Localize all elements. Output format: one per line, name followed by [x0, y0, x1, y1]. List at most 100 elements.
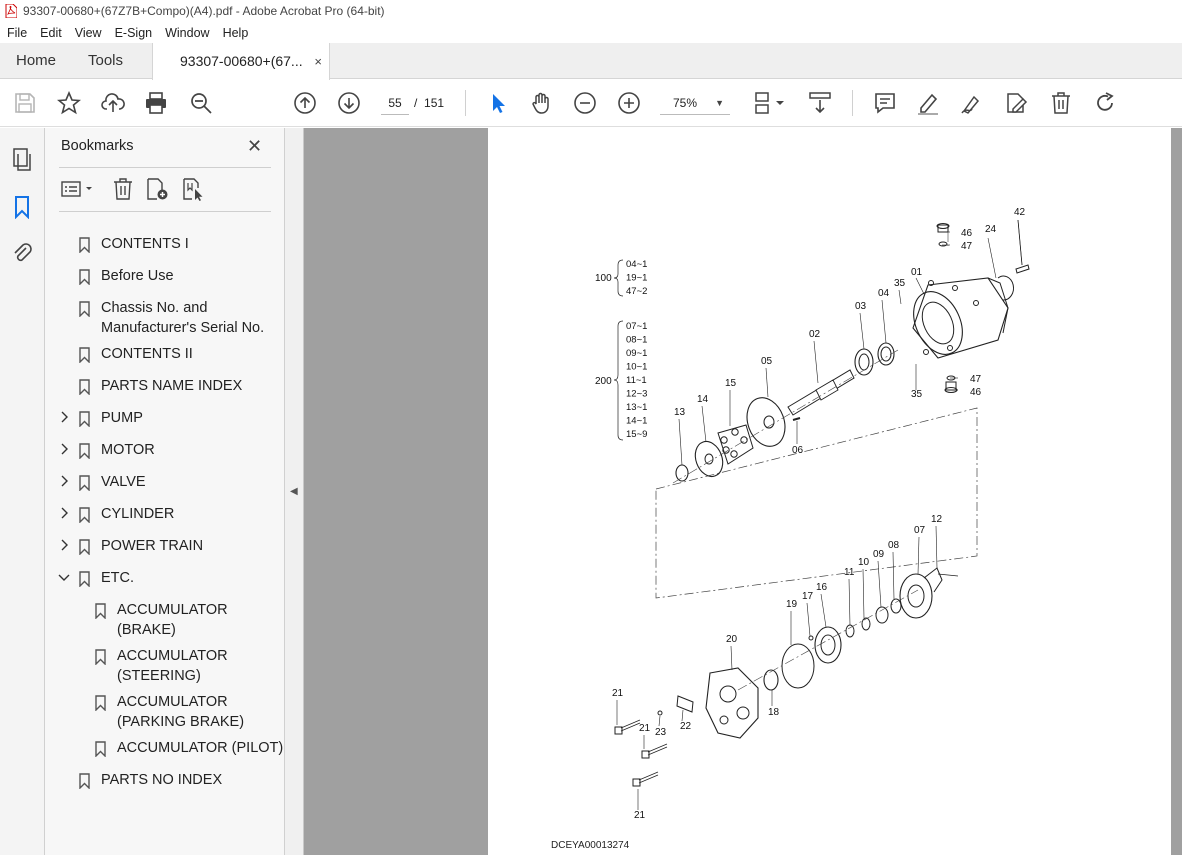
bookmark-icon	[79, 301, 90, 318]
document-viewer[interactable]: 100 04~1 19~1 47~2 200 07~1 08~1 09~1 10~1 11~1 12…	[304, 128, 1182, 855]
bookmark-options-icon[interactable]	[61, 177, 95, 201]
bookmark-item[interactable]: ACCUMULATOR (STEERING)	[117, 646, 228, 686]
bookmark-item[interactable]: PARTS NO INDEX	[101, 770, 222, 790]
menu-help[interactable]: Help	[216, 26, 255, 40]
toolbar-divider	[852, 90, 853, 116]
rotate-icon[interactable]	[1093, 91, 1117, 115]
drawing-line	[898, 289, 902, 305]
bookmark-label: ETC.	[101, 570, 135, 586]
drawing-line	[935, 525, 938, 569]
zoom-search-icon[interactable]	[189, 91, 213, 115]
bookmark-item[interactable]: PARTS NAME INDEX	[101, 376, 242, 396]
comment-icon[interactable]	[873, 91, 897, 115]
prev-page-icon[interactable]	[293, 91, 317, 115]
menu-esign[interactable]: E-Sign	[108, 26, 159, 40]
bookmark-item[interactable]: ACCUMULATOR (BRAKE)	[117, 600, 228, 640]
new-bookmark-icon[interactable]	[145, 177, 169, 201]
page-display-icon[interactable]	[752, 91, 788, 115]
edit-pdf-icon[interactable]	[1004, 91, 1028, 115]
delete-icon[interactable]	[1049, 91, 1073, 115]
toolbar-divider	[465, 90, 466, 116]
part-callout-24: 24	[985, 224, 997, 235]
highlight-icon[interactable]	[916, 91, 940, 115]
chevron-right-icon[interactable]	[58, 539, 70, 554]
bookmarks-title: Bookmarks	[61, 138, 134, 154]
scroll-mode-icon[interactable]	[808, 91, 832, 115]
bookmark-label: CONTENTS II	[101, 346, 193, 362]
delete-bookmark-icon[interactable]	[112, 177, 134, 201]
group-part-qty: 12~3	[626, 389, 647, 400]
tab-tools[interactable]: Tools	[88, 43, 123, 79]
bookmark-item[interactable]: ACCUMULATOR (PILOT)	[117, 738, 283, 758]
tab-document[interactable]: 93307-00680+(67... ×	[152, 43, 330, 80]
panel-collapse-handle[interactable]: ◀	[285, 128, 304, 855]
bookmark-label: VALVE	[101, 474, 146, 490]
drawing-line	[658, 715, 661, 727]
bookmark-item[interactable]: Before Use	[101, 266, 174, 286]
group-part-qty: 04~1	[626, 259, 647, 270]
menu-edit[interactable]: Edit	[33, 26, 68, 40]
next-page-icon[interactable]	[337, 91, 361, 115]
save-icon[interactable]	[13, 91, 37, 115]
bookmark-item[interactable]: VALVE	[101, 472, 146, 492]
upload-icon[interactable]	[101, 91, 125, 115]
zoom-level-select[interactable]: 75% ▼	[660, 91, 730, 115]
name-plate-22	[676, 695, 694, 713]
bookmark-item[interactable]: CONTENTS I	[101, 234, 189, 254]
menu-view[interactable]: View	[68, 26, 108, 40]
bookmark-item[interactable]: CYLINDER	[101, 504, 174, 524]
bookmark-label: Chassis No. and	[101, 300, 208, 316]
oring-47	[938, 241, 948, 247]
hand-icon[interactable]	[529, 91, 553, 115]
part-callout-21: 21	[612, 688, 624, 699]
print-icon[interactable]	[144, 91, 168, 115]
bookmark-item[interactable]: ACCUMULATOR (PARKING BRAKE)	[117, 692, 244, 732]
attachments-icon[interactable]	[11, 241, 33, 265]
bookmark-icon	[95, 741, 106, 758]
chevron-right-icon[interactable]	[58, 443, 70, 458]
drawing-line	[813, 340, 819, 384]
bookmark-from-selection-icon[interactable]	[181, 177, 205, 201]
bookmark-item[interactable]: CONTENTS II	[101, 344, 193, 364]
menu-bar: File Edit View E-Sign Window Help	[0, 22, 1182, 43]
bookmark-item[interactable]: PUMP	[101, 408, 143, 428]
bookmark-item[interactable]: Chassis No. and Manufacturer's Serial No.	[101, 298, 264, 338]
tab-bar: Home Tools 93307-00680+(67... ×	[0, 43, 1182, 80]
plug-46b	[945, 381, 957, 391]
bookmark-item[interactable]: POWER TRAIN	[101, 536, 203, 556]
cover-20	[705, 667, 759, 739]
seal-13	[675, 464, 689, 482]
tab-home[interactable]: Home	[16, 43, 56, 79]
close-icon[interactable]: ✕	[247, 136, 262, 157]
zoom-in-icon[interactable]	[617, 91, 641, 115]
pages-thumbnail-icon[interactable]	[11, 148, 33, 172]
part-callout-11: 11	[844, 567, 855, 578]
bolt-21-head	[614, 726, 623, 735]
assembly-outline	[655, 407, 978, 599]
chevron-down-icon[interactable]	[58, 571, 70, 586]
zoom-out-icon[interactable]	[573, 91, 597, 115]
bearing-18	[763, 669, 779, 691]
page-number-input[interactable]: 55	[381, 91, 409, 115]
chevron-right-icon[interactable]	[58, 411, 70, 426]
drawing-line	[820, 593, 827, 628]
bookmarks-panel-icon[interactable]	[11, 195, 33, 219]
divider	[59, 211, 271, 212]
chevron-right-icon[interactable]	[58, 507, 70, 522]
bookmark-icon	[79, 411, 90, 428]
star-icon[interactable]	[56, 90, 82, 115]
group-part-qty: 09~1	[626, 348, 647, 359]
sign-icon[interactable]	[960, 91, 984, 115]
part-callout-02: 02	[809, 329, 821, 340]
bookmark-item[interactable]: MOTOR	[101, 440, 155, 460]
drawing-line	[678, 418, 683, 466]
menu-window[interactable]: Window	[158, 26, 215, 40]
drawing-line	[859, 312, 865, 350]
tab-close-icon[interactable]: ×	[314, 43, 322, 80]
bookmark-item[interactable]: ETC.	[101, 568, 134, 588]
chevron-right-icon[interactable]	[58, 475, 70, 490]
select-cursor-icon[interactable]	[486, 91, 510, 115]
bookmark-icon	[79, 443, 90, 460]
menu-file[interactable]: File	[0, 26, 33, 40]
chevron-down-icon: ▼	[715, 98, 724, 108]
